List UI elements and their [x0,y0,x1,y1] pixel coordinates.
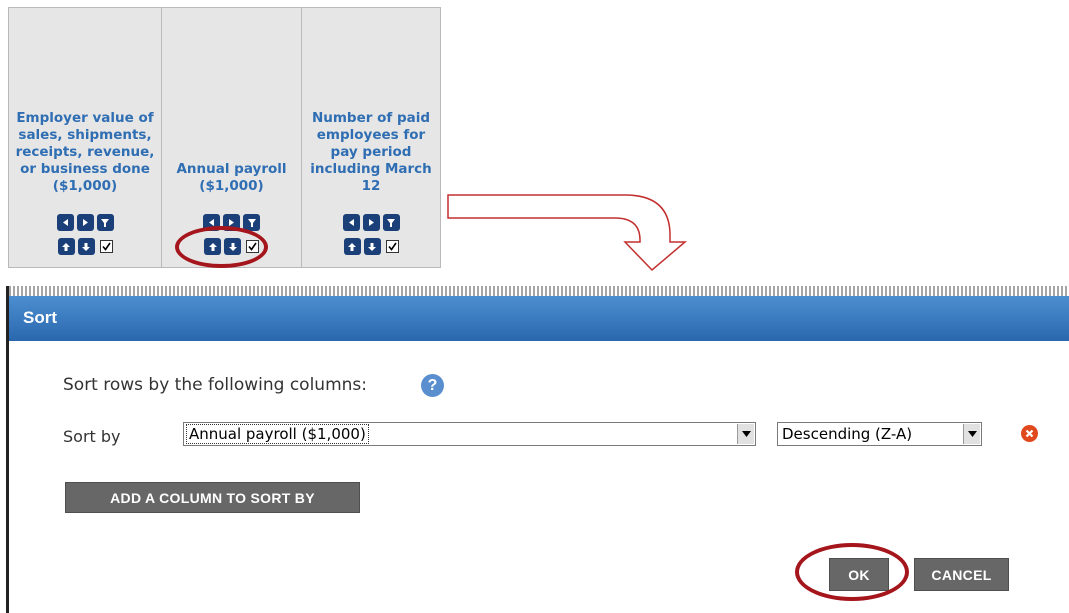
cancel-button[interactable]: CANCEL [914,558,1009,591]
move-left-icon[interactable] [342,214,360,231]
sort-descending-icon[interactable] [77,238,95,255]
column-title[interactable]: Number of paid employees for pay period … [302,110,440,195]
column-visible-checkbox[interactable] [385,240,399,253]
highlight-ok-button [795,543,909,601]
sort-by-label: Sort by [63,427,121,446]
add-sort-column-button[interactable]: ADD A COLUMN TO SORT BY [65,482,360,513]
filter-icon[interactable] [96,214,114,231]
remove-sort-icon[interactable] [1021,425,1038,442]
move-right-icon[interactable] [76,214,94,231]
move-left-icon[interactable] [56,214,74,231]
dialog-title: Sort [23,308,57,327]
sort-order-value: Descending (Z-A) [782,425,913,443]
sort-ascending-icon[interactable] [343,238,361,255]
sort-order-select[interactable]: Descending (Z-A) [777,422,982,446]
dialog-header: Sort [9,296,1069,341]
highlight-sort-buttons [175,226,268,268]
filter-icon[interactable] [382,214,400,231]
dropdown-arrow-icon[interactable] [963,424,980,444]
column-header-sales: Employer value of sales, shipments, rece… [9,8,162,267]
column-title[interactable]: Employer value of sales, shipments, rece… [9,110,161,195]
sort-ascending-icon[interactable] [57,238,75,255]
help-icon[interactable]: ? [421,374,444,397]
sort-column-value: Annual payroll ($1,000) [186,424,369,444]
dialog-top-edge [9,286,1069,296]
sort-column-select[interactable]: Annual payroll ($1,000) [183,422,756,446]
move-right-icon[interactable] [362,214,380,231]
column-visible-checkbox[interactable] [99,240,113,253]
column-header-employees: Number of paid employees for pay period … [302,8,440,267]
annotation-arrow [447,194,688,272]
column-title[interactable]: Annual payroll ($1,000) [162,161,301,195]
sort-dialog: Sort Sort rows by the following columns:… [6,286,1069,613]
dropdown-arrow-icon[interactable] [737,424,754,444]
sort-descending-icon[interactable] [363,238,381,255]
sort-instructions: Sort rows by the following columns: [63,375,367,395]
